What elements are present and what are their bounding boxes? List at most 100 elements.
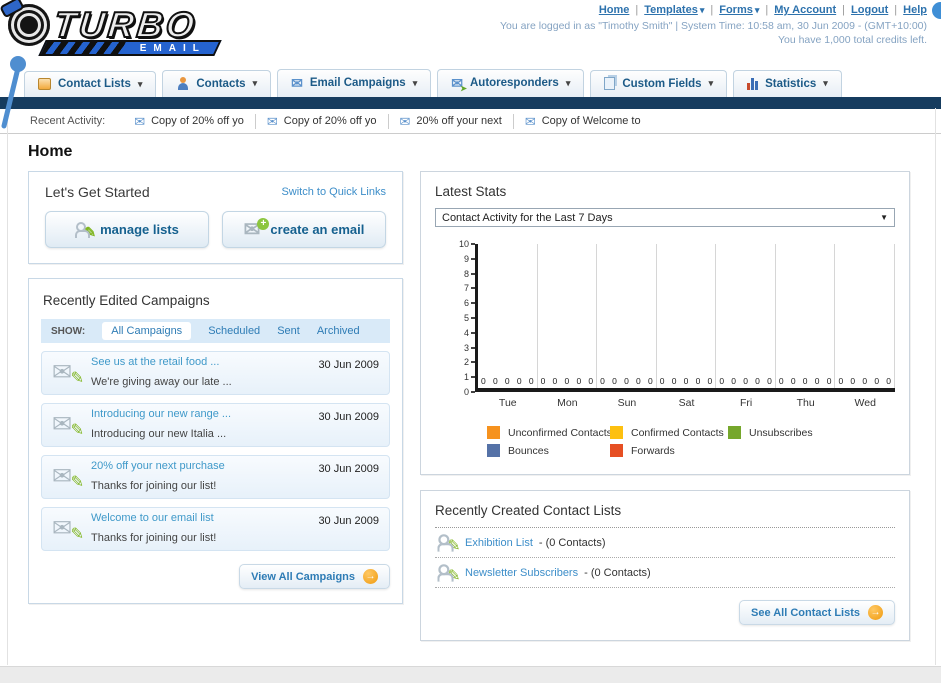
help-bubble-icon[interactable]	[932, 2, 941, 19]
campaign-date: 30 Jun 2009	[318, 359, 379, 371]
recent-activity-item-label: 20% off your next	[416, 115, 502, 127]
legend-label: Unsubscribes	[749, 426, 813, 439]
contact-list-item[interactable]: ✎ Newsletter Subscribers - (0 Contacts)	[435, 558, 895, 588]
logo-stripes	[41, 42, 126, 54]
envelope-pencil-icon: ✉ ✎	[52, 463, 84, 492]
recent-activity-item-label: Copy of 20% off yo	[151, 115, 244, 127]
create-email-button[interactable]: ✉ + create an email	[222, 211, 386, 248]
chevron-down-icon: ▾	[412, 77, 418, 88]
contact-list-link[interactable]: Newsletter Subscribers	[465, 567, 578, 579]
top-nav-links: Home | Templates ▾ | Forms ▾ | My Account | Logout…	[598, 4, 927, 16]
campaign-row[interactable]: ✉ ✎ 20% off your next purchase Thanks for…	[41, 455, 390, 499]
envelope-icon: ✉	[524, 113, 536, 129]
top-link-home[interactable]: Home	[599, 4, 630, 16]
envelope-plus-icon: ✉ +	[244, 217, 270, 240]
legend-item: Forwards	[610, 444, 728, 457]
login-status-text: You are logged in as "Timothy Smith" | S…	[500, 20, 927, 32]
envelope-pencil-icon: ✉ ✎	[52, 411, 84, 440]
chevron-down-icon: ▾	[823, 78, 828, 88]
see-all-contact-lists-label: See All Contact Lists	[750, 606, 860, 619]
filter-all-campaigns[interactable]: All Campaigns	[102, 322, 192, 340]
tab-label: Email Campaigns	[309, 77, 406, 89]
contact-list-count: - (0 Contacts)	[538, 537, 606, 549]
filter-sent[interactable]: Sent	[277, 325, 300, 337]
legend-swatch-icon	[610, 444, 623, 457]
contacts-icon	[176, 77, 189, 90]
tab-contacts[interactable]: Contacts ▾	[162, 70, 272, 97]
manage-lists-button[interactable]: ✎ manage lists	[45, 211, 209, 248]
show-label: SHOW:	[51, 325, 86, 337]
campaign-subtitle: Introducing our new Italia ...	[91, 427, 227, 440]
chevron-down-icon: ▾	[754, 5, 760, 15]
main-content: Let's Get Started Switch to Quick Links …	[28, 171, 941, 641]
recent-activity-item[interactable]: ✉ 20% off your next	[389, 113, 514, 129]
campaign-date: 30 Jun 2009	[318, 515, 379, 527]
logo-title: TURBO	[51, 3, 200, 46]
tab-email-campaigns[interactable]: ✉ Email Campaigns ▾	[277, 69, 432, 97]
statistics-icon	[747, 77, 759, 90]
page-edge-left	[7, 108, 8, 665]
top-link-logout[interactable]: Logout	[851, 4, 888, 16]
person-pencil-icon: ✎	[437, 534, 460, 554]
custom-fields-icon	[604, 77, 616, 90]
contact-list-count: - (0 Contacts)	[584, 567, 651, 579]
campaign-title-link[interactable]: Introducing our new range ...	[91, 407, 307, 422]
left-column: Let's Get Started Switch to Quick Links …	[28, 171, 403, 604]
top-link-my-account[interactable]: My Account	[774, 4, 836, 16]
campaign-title-link[interactable]: 20% off your next purchase	[91, 459, 307, 474]
legend-label: Unconfirmed Contacts	[508, 426, 612, 439]
chevron-down-icon: ▾	[699, 5, 705, 15]
page-title: Home	[28, 143, 73, 160]
campaign-subtitle: We're giving away our late ...	[91, 375, 232, 388]
chart-group: 00000	[657, 244, 717, 388]
person-pencil-icon: ✎	[75, 221, 96, 240]
contact-lists-panel-title: Recently Created Contact Lists	[435, 503, 895, 528]
filter-archived[interactable]: Archived	[317, 325, 360, 337]
manage-lists-label: manage lists	[100, 222, 179, 237]
top-link-help[interactable]: Help	[903, 4, 927, 16]
chevron-down-icon: ▾	[708, 78, 714, 88]
view-all-campaigns-button[interactable]: View All Campaigns →	[239, 564, 390, 589]
campaign-row[interactable]: ✉ ✎ Introducing our new range ... Introdu…	[41, 403, 390, 447]
tab-label: Statistics	[765, 77, 817, 90]
chart-group: 00000	[597, 244, 657, 388]
top-link-forms[interactable]: Forms	[719, 4, 753, 16]
envelope-pencil-icon: ✉ ✎	[52, 359, 84, 388]
recent-activity-item[interactable]: ✉ Copy of 20% off yo	[256, 113, 389, 129]
campaign-title-link[interactable]: See us at the retail food ...	[91, 355, 307, 370]
chevron-down-icon: ▾	[252, 78, 258, 88]
chart-x-label: Wed	[854, 397, 876, 409]
tab-statistics[interactable]: Statistics ▾	[733, 70, 842, 97]
credits-text: You have 1,000 total credits left.	[777, 34, 927, 47]
chart-y-axis: 10 9 8 7 6 5 4 3 2 1 0	[449, 239, 475, 397]
get-started-title: Let's Get Started	[45, 184, 150, 200]
chart-group: 00000	[776, 244, 836, 388]
top-link-templates[interactable]: Templates	[644, 4, 698, 16]
recent-activity-item[interactable]: ✉ Copy of Welcome to	[514, 114, 652, 129]
contact-list-item[interactable]: ✎ Exhibition List - (0 Contacts)	[435, 528, 895, 558]
contact-list-link[interactable]: Exhibition List	[465, 537, 533, 549]
legend-label: Forwards	[631, 444, 675, 457]
filter-scheduled[interactable]: Scheduled	[208, 325, 260, 337]
campaign-title-link[interactable]: Welcome to our email list	[91, 511, 307, 526]
chart-x-label: Fri	[739, 397, 753, 409]
stats-period-dropdown[interactable]: Contact Activity for the Last 7 Days ▼	[435, 208, 895, 227]
recent-activity-item[interactable]: ✉ Copy of 20% off yo	[123, 113, 256, 129]
campaign-row[interactable]: ✉ ✎ Welcome to our email list Thanks for …	[41, 507, 390, 551]
campaign-row[interactable]: ✉ ✎ See us at the retail food ... We're g…	[41, 351, 390, 395]
chart-x-label: Sat	[678, 397, 695, 409]
recently-edited-campaigns-panel: Recently Edited Campaigns SHOW: All Camp…	[28, 278, 403, 604]
legend-label: Bounces	[508, 444, 549, 457]
arrow-right-icon: →	[868, 605, 883, 620]
logo-subtitle: EMAIL	[139, 42, 206, 54]
see-all-contact-lists-button[interactable]: See All Contact Lists →	[738, 600, 895, 625]
envelope-icon: ✉	[399, 113, 411, 129]
campaign-subtitle: Thanks for joining our list!	[91, 531, 217, 544]
chart-legend: Unconfirmed Contacts Confirmed Contacts Un…	[487, 426, 895, 457]
tab-custom-fields[interactable]: Custom Fields ▾	[590, 70, 728, 97]
tab-contact-lists[interactable]: Contact Lists ▾	[24, 71, 157, 97]
tab-label: Autoresponders	[469, 77, 559, 89]
switch-to-quick-links[interactable]: Switch to Quick Links	[281, 186, 386, 198]
tab-autoresponders[interactable]: ✉ Autoresponders ▾	[437, 69, 585, 97]
contact-lists-icon	[38, 78, 51, 90]
